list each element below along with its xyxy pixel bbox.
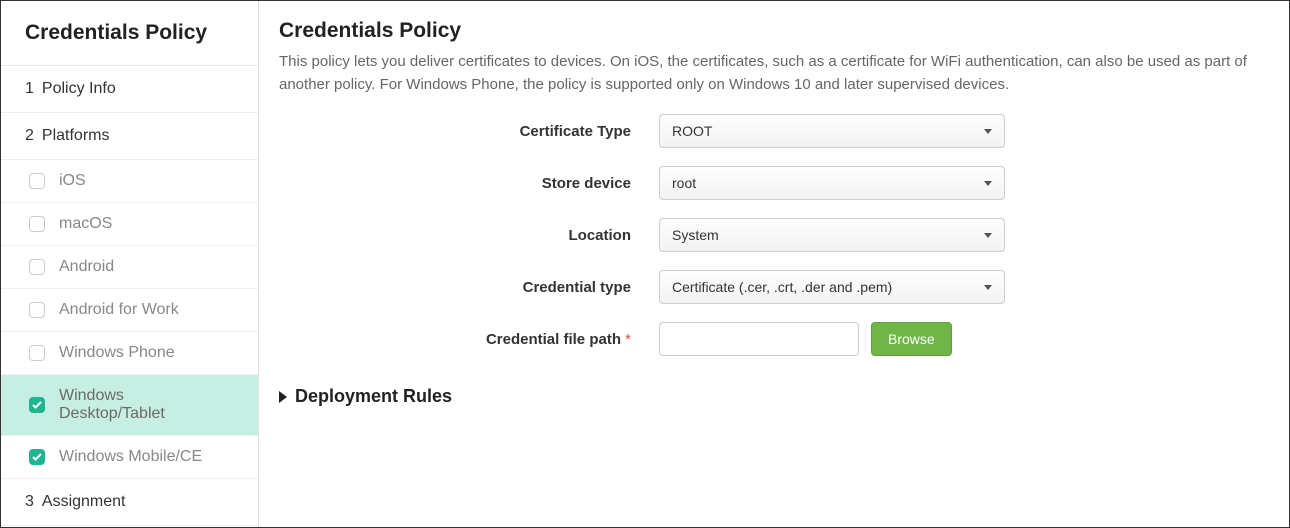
nav-step-platforms[interactable]: 2 Platforms — [1, 113, 258, 160]
row-credential-file-path: Credential file path * Browse — [279, 322, 1269, 356]
platform-item-android[interactable]: Android — [1, 246, 258, 289]
chevron-down-icon — [984, 129, 992, 134]
step-number: 3 — [25, 493, 34, 511]
row-credential-type: Credential type Certificate (.cer, .crt,… — [279, 270, 1269, 304]
select-value: root — [672, 175, 696, 191]
step-label: Policy Info — [42, 80, 116, 98]
sidebar: Credentials Policy 1 Policy Info 2 Platf… — [1, 1, 259, 527]
checkbox-icon[interactable] — [29, 302, 45, 318]
checkbox-icon[interactable] — [29, 449, 45, 465]
step-number: 1 — [25, 80, 34, 98]
chevron-down-icon — [984, 181, 992, 186]
label-text: Credential file path — [486, 331, 621, 348]
label-credential-type: Credential type — [279, 279, 659, 296]
step-label: Platforms — [42, 127, 110, 145]
required-asterisk: * — [625, 331, 631, 348]
label-credential-file-path: Credential file path * — [279, 331, 659, 348]
select-value: Certificate (.cer, .crt, .der and .pem) — [672, 279, 892, 295]
input-credential-file-path[interactable] — [659, 322, 859, 356]
nav-step-assignment[interactable]: 3 Assignment — [1, 479, 258, 526]
select-location[interactable]: System — [659, 218, 1005, 252]
select-value: ROOT — [672, 123, 712, 139]
platform-item-windows-desktop-tablet[interactable]: Windows Desktop/Tablet — [1, 375, 258, 436]
platform-label: Windows Phone — [59, 344, 175, 362]
chevron-down-icon — [984, 233, 992, 238]
platform-item-windows-phone[interactable]: Windows Phone — [1, 332, 258, 375]
step-number: 2 — [25, 127, 34, 145]
platform-label: macOS — [59, 215, 112, 233]
checkbox-icon[interactable] — [29, 397, 45, 413]
label-location: Location — [279, 227, 659, 244]
platform-label: Windows Desktop/Tablet — [59, 387, 234, 423]
platform-item-windows-mobile-ce[interactable]: Windows Mobile/CE — [1, 436, 258, 479]
step-label: Assignment — [42, 493, 126, 511]
chevron-down-icon — [984, 285, 992, 290]
platform-label: iOS — [59, 172, 86, 190]
app-frame: Credentials Policy 1 Policy Info 2 Platf… — [0, 0, 1290, 528]
main-panel: Credentials Policy This policy lets you … — [259, 1, 1289, 527]
platform-item-macos[interactable]: macOS — [1, 203, 258, 246]
platform-item-ios[interactable]: iOS — [1, 160, 258, 203]
browse-button[interactable]: Browse — [871, 322, 952, 356]
sidebar-title: Credentials Policy — [1, 1, 258, 66]
platform-item-android-for-work[interactable]: Android for Work — [1, 289, 258, 332]
page-description: This policy lets you deliver certificate… — [279, 51, 1269, 96]
checkbox-icon[interactable] — [29, 259, 45, 275]
row-certificate-type: Certificate Type ROOT — [279, 114, 1269, 148]
nav-step-policy-info[interactable]: 1 Policy Info — [1, 66, 258, 113]
select-value: System — [672, 227, 719, 243]
checkbox-icon[interactable] — [29, 345, 45, 361]
row-store-device: Store device root — [279, 166, 1269, 200]
row-location: Location System — [279, 218, 1269, 252]
caret-right-icon — [279, 391, 287, 403]
checkbox-icon[interactable] — [29, 216, 45, 232]
platform-label: Android for Work — [59, 301, 179, 319]
platform-label: Android — [59, 258, 114, 276]
section-deployment-rules[interactable]: Deployment Rules — [279, 386, 1269, 407]
checkbox-icon[interactable] — [29, 173, 45, 189]
platform-label: Windows Mobile/CE — [59, 448, 202, 466]
section-title: Deployment Rules — [295, 386, 452, 407]
select-certificate-type[interactable]: ROOT — [659, 114, 1005, 148]
label-store-device: Store device — [279, 175, 659, 192]
label-certificate-type: Certificate Type — [279, 123, 659, 140]
page-title: Credentials Policy — [279, 19, 1269, 43]
select-store-device[interactable]: root — [659, 166, 1005, 200]
select-credential-type[interactable]: Certificate (.cer, .crt, .der and .pem) — [659, 270, 1005, 304]
